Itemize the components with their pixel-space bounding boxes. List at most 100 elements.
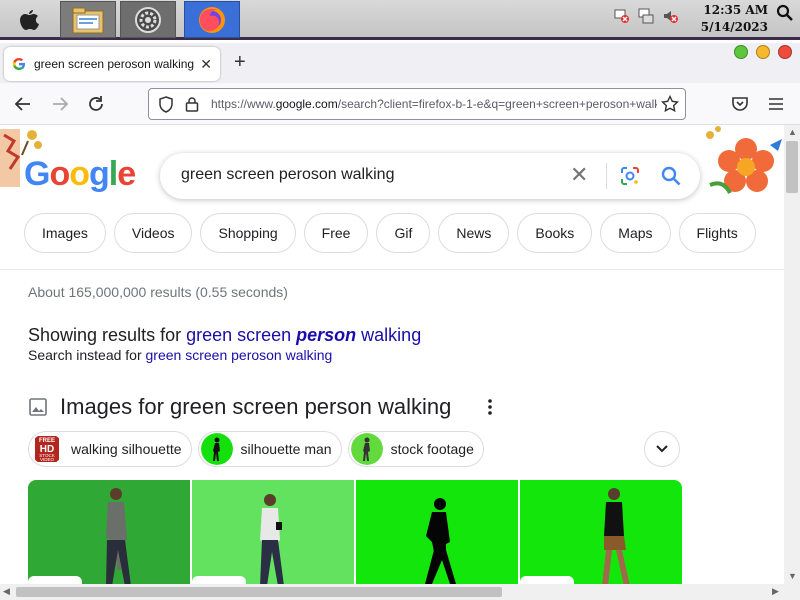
doodle-flower-decoration-icon xyxy=(706,126,782,194)
image-result-4[interactable] xyxy=(520,480,682,585)
search-submit-icon[interactable] xyxy=(660,165,682,187)
horizontal-scroll-thumb[interactable] xyxy=(16,587,502,597)
clock-date: 5/14/2023 xyxy=(700,20,768,34)
image-refinement-chips: FREE HD STOCK VIDEO walking silhouette silh… xyxy=(28,431,484,467)
logo-letter: e xyxy=(117,155,136,193)
subchip-label: stock footage xyxy=(390,441,474,457)
spelling-correction: Showing results for green screen person … xyxy=(28,325,421,346)
address-bar[interactable]: https://www.google.com/search?client=fir… xyxy=(148,88,686,120)
url-text[interactable]: https://www.google.com/search?client=fir… xyxy=(211,97,657,111)
logo-letter: g xyxy=(89,155,110,193)
subchip-silhouette-man[interactable]: silhouette man xyxy=(197,431,342,467)
chip-free[interactable]: Free xyxy=(303,213,369,253)
image-icon xyxy=(29,398,47,416)
chip-books[interactable]: Books xyxy=(517,213,593,253)
instead-prefix: Search instead for xyxy=(28,347,146,363)
scroll-up-icon[interactable]: ▲ xyxy=(788,127,797,137)
chip-news[interactable]: News xyxy=(438,213,510,253)
walking-man-image xyxy=(28,480,190,585)
image-result-2[interactable] xyxy=(192,480,354,585)
corrected-query-part1: green screen xyxy=(186,325,297,345)
settings-button[interactable] xyxy=(120,1,176,38)
logo-letter: o xyxy=(49,155,70,193)
badge-video: VIDEO xyxy=(40,457,55,462)
image-result-1[interactable] xyxy=(28,480,190,585)
chip-gif[interactable]: Gif xyxy=(376,213,431,253)
scroll-left-icon[interactable]: ◀ xyxy=(3,586,10,597)
chip-videos[interactable]: Videos xyxy=(113,213,193,253)
window-controls xyxy=(734,45,792,59)
volume-muted-icon[interactable] xyxy=(662,8,678,24)
man-with-phone-image xyxy=(192,480,354,585)
shield-icon[interactable] xyxy=(158,96,174,113)
showing-prefix: Showing results for xyxy=(28,325,187,345)
image-results-row xyxy=(28,480,682,585)
google-logo-letters: Google xyxy=(24,155,136,193)
apple-menu-button[interactable] xyxy=(0,1,58,38)
chip-flights[interactable]: Flights xyxy=(678,213,756,253)
corrected-query-part2: walking xyxy=(356,325,422,345)
search-icon[interactable] xyxy=(776,4,794,22)
new-tab-icon[interactable]: + xyxy=(234,52,246,72)
firefox-taskbar-button[interactable] xyxy=(184,1,240,38)
search-instead: Search instead for green screen peroson … xyxy=(28,347,332,363)
expand-chips-button[interactable] xyxy=(644,431,680,467)
window-close-button[interactable] xyxy=(778,45,792,59)
subchip-label: walking silhouette xyxy=(71,441,182,457)
horizontal-scrollbar[interactable]: ◀ ▶ xyxy=(0,584,800,600)
menu-hamburger-icon[interactable] xyxy=(767,95,785,113)
reload-icon[interactable] xyxy=(87,95,105,113)
logo-letter: o xyxy=(69,155,90,193)
corrected-query-link[interactable]: green screen person walking xyxy=(186,325,421,345)
window-minimize-button[interactable] xyxy=(756,45,770,59)
vertical-scroll-thumb[interactable] xyxy=(786,141,798,193)
google-logo[interactable]: Google xyxy=(24,155,136,194)
display-icon[interactable] xyxy=(638,8,654,24)
url-domain: google.com xyxy=(275,97,338,111)
scroll-down-icon[interactable]: ▼ xyxy=(788,571,797,581)
chip-images[interactable]: Images xyxy=(24,213,106,253)
header-divider xyxy=(0,269,784,270)
man-in-shorts-image xyxy=(520,480,682,585)
folder-icon xyxy=(72,7,104,33)
images-section-header: Images for green screen person walking xyxy=(28,393,451,421)
network-error-icon[interactable] xyxy=(614,8,630,24)
chevron-down-icon xyxy=(656,445,668,453)
image-result-3[interactable] xyxy=(356,480,518,585)
stock-footage-thumbnail xyxy=(350,433,383,465)
bookmark-star-icon[interactable] xyxy=(661,95,679,113)
window-maximize-button[interactable] xyxy=(734,45,748,59)
google-results-page: Google green screen peroson walking ✕ Im… xyxy=(0,125,784,585)
forward-arrow-icon[interactable] xyxy=(51,95,69,113)
google-lens-icon[interactable] xyxy=(620,166,640,186)
original-query-link[interactable]: green screen peroson walking xyxy=(146,347,333,363)
file-manager-button[interactable] xyxy=(60,1,116,38)
tab-close-icon[interactable]: ✕ xyxy=(200,56,212,73)
clear-search-icon[interactable]: ✕ xyxy=(570,164,588,186)
silhouette-walking-image xyxy=(356,480,518,585)
chip-shopping[interactable]: Shopping xyxy=(200,213,296,253)
navigation-toolbar: https://www.google.com/search?client=fir… xyxy=(0,83,800,125)
free-hd-badge-thumbnail: FREE HD STOCK VIDEO xyxy=(31,433,63,465)
pocket-icon[interactable] xyxy=(731,95,749,113)
back-arrow-icon[interactable] xyxy=(14,95,32,113)
subchip-walking-silhouette[interactable]: FREE HD STOCK VIDEO walking silhouette xyxy=(28,431,192,467)
browser-tab[interactable]: green screen peroson walking - ✕ xyxy=(4,47,220,81)
search-filter-chips: Images Videos Shopping Free Gif News Books Maps… xyxy=(24,213,756,253)
apple-icon xyxy=(20,9,39,30)
search-divider xyxy=(606,163,607,189)
search-box[interactable]: green screen peroson walking ✕ xyxy=(160,153,700,199)
url-path: /search?client=firefox-b-1-e&q=green+scr… xyxy=(337,97,657,111)
subchip-stock-footage[interactable]: stock footage xyxy=(347,431,484,467)
result-stats: About 165,000,000 results (0.55 seconds) xyxy=(28,284,288,300)
images-section-title[interactable]: Images for green screen person walking xyxy=(60,394,451,420)
lock-icon[interactable] xyxy=(185,96,199,113)
chip-maps[interactable]: Maps xyxy=(600,213,671,253)
search-input[interactable]: green screen peroson walking xyxy=(181,166,394,184)
more-options-icon[interactable] xyxy=(482,397,498,417)
vertical-scrollbar[interactable]: ▲ ▼ xyxy=(784,125,800,585)
silhouette-man-thumbnail xyxy=(200,433,233,465)
clock[interactable]: 12:35 AM 5/14/2023 xyxy=(701,2,768,36)
system-tray xyxy=(614,8,678,24)
scroll-right-icon[interactable]: ▶ xyxy=(772,586,779,597)
